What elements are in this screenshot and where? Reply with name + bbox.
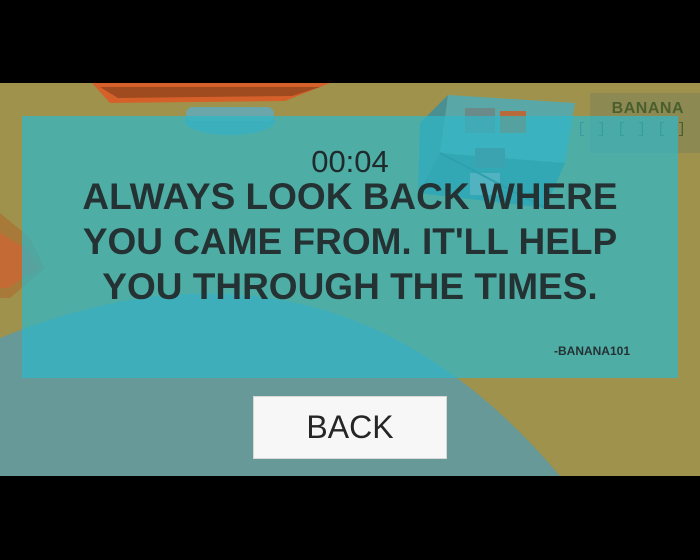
quote-author: -BANANA101 xyxy=(553,344,630,358)
quote-line: YOU CAME FROM. IT'LL HELP xyxy=(82,221,618,262)
quote-text: ALWAYS LOOK BACK WHERE YOU CAME FROM. IT… xyxy=(42,174,658,309)
game-viewport: BANANA [ ] [ ] [ ] 00:04 ALWAYS LOOK BAC… xyxy=(0,83,700,476)
game-window: BANANA [ ] [ ] [ ] 00:04 ALWAYS LOOK BAC… xyxy=(0,0,700,560)
quote-overlay-panel: 00:04 ALWAYS LOOK BACK WHERE YOU CAME FR… xyxy=(22,116,678,378)
quote-line: YOU THROUGH THE TIMES. xyxy=(102,266,598,307)
quote-line: ALWAYS LOOK BACK WHERE xyxy=(82,176,618,217)
back-button[interactable]: BACK xyxy=(253,396,447,459)
